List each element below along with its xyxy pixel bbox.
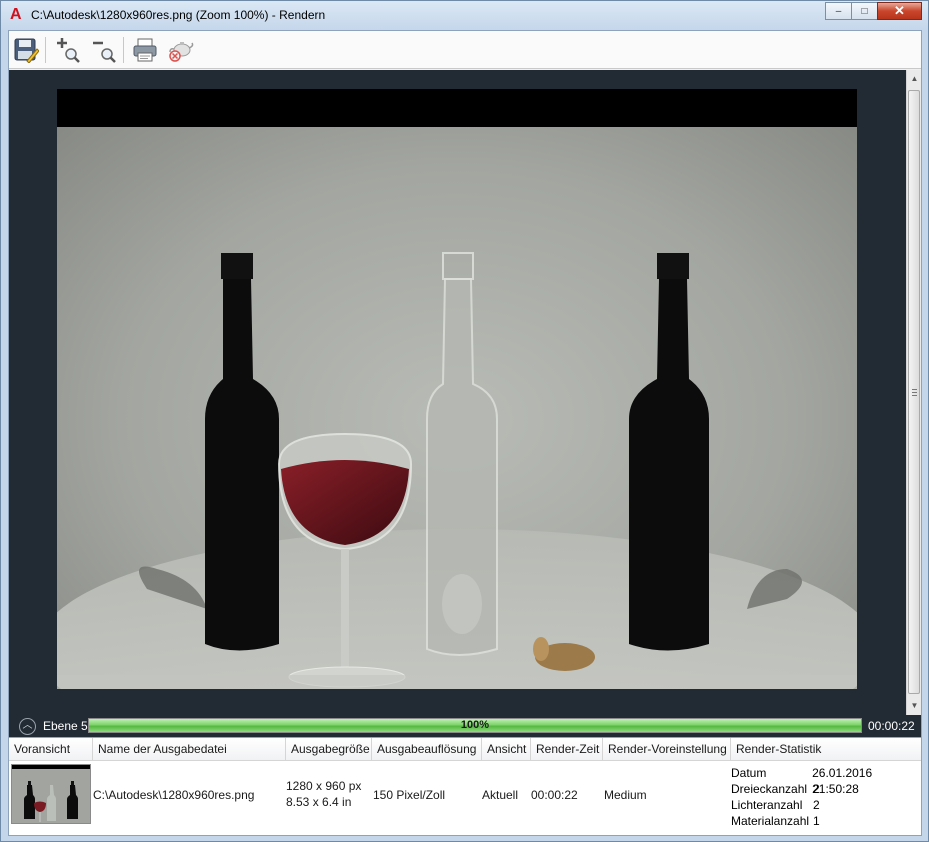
- column-header-output-size[interactable]: Ausgabegröße: [286, 738, 372, 761]
- stat-value-date: 26.01.2016 21:50:28: [812, 766, 873, 796]
- stat-key-materials: Materialanzahl: [731, 814, 810, 828]
- scroll-up-arrow-icon[interactable]: ▲: [910, 74, 919, 83]
- collapse-history-button[interactable]: ︿: [19, 718, 36, 735]
- save-icon: [14, 38, 39, 63]
- stat-key-lights: Lichteranzahl: [731, 798, 803, 812]
- render-level-label: Ebene 5: [43, 719, 88, 733]
- output-filename: C:\Autodesk\1280x960res.png: [93, 788, 255, 802]
- stat-row: Lichteranzahl 2: [731, 797, 921, 813]
- column-header-render-time[interactable]: Render-Zeit: [531, 738, 603, 761]
- output-size-px: 1280 x 960 px: [286, 779, 362, 793]
- toolbar-separator: [123, 37, 124, 63]
- zoom-in-icon: [57, 38, 80, 63]
- print-icon: [133, 38, 157, 62]
- render-status-bar: ︿ Ebene 5 100% 00:00:22: [9, 715, 921, 737]
- stat-row: Materialanzahl 1: [731, 813, 921, 829]
- column-header-render-stats[interactable]: Render-Statistik: [731, 738, 921, 761]
- scrollbar-thumb[interactable]: [908, 90, 920, 694]
- rendered-scene: [57, 89, 857, 689]
- elapsed-time: 00:00:22: [868, 719, 915, 733]
- cancel-render-icon: [169, 42, 194, 62]
- table-header: Voransicht Name der Ausgabedatei Ausgabe…: [9, 738, 921, 761]
- maximize-button[interactable]: □: [851, 2, 878, 20]
- toolbar: [9, 31, 921, 69]
- progress-percent: 100%: [460, 719, 490, 731]
- output-size-in: 8.53 x 6.4 in: [286, 795, 352, 809]
- window-title: C:\Autodesk\1280x960res.png (Zoom 100%) …: [31, 8, 326, 22]
- print-button[interactable]: [130, 35, 160, 65]
- client-area: ▲ ▼ ︿ Ebene 5 100% 00:00:22 Voransicht N…: [8, 30, 922, 836]
- render-progress-bar: 100%: [88, 718, 862, 733]
- stat-row: Datum 26.01.2016 21:50:28: [731, 765, 921, 796]
- table-row[interactable]: C:\Autodesk\1280x960res.png 1280 x 960 p…: [9, 762, 921, 836]
- stat-value-lights: 2: [813, 798, 820, 812]
- render-viewport[interactable]: [9, 70, 906, 715]
- render-preset: Medium: [604, 788, 647, 802]
- scroll-down-arrow-icon[interactable]: ▼: [910, 701, 919, 710]
- minimize-button[interactable]: –: [825, 2, 852, 20]
- render-time: 00:00:22: [531, 788, 578, 802]
- cancel-render-button[interactable]: [166, 35, 196, 65]
- autocad-logo-icon: A: [10, 6, 22, 23]
- render-statistics: Datum 26.01.2016 21:50:28 Dreieckanzahl …: [731, 765, 921, 829]
- column-header-preview[interactable]: Voransicht: [9, 738, 93, 761]
- zoom-out-button[interactable]: [89, 35, 119, 65]
- save-button[interactable]: [11, 35, 41, 65]
- column-header-view[interactable]: Ansicht: [482, 738, 531, 761]
- render-history-table: Voransicht Name der Ausgabedatei Ausgabe…: [9, 737, 921, 835]
- rendered-image: [57, 89, 857, 689]
- column-header-output-resolution[interactable]: Ausgabeauflösung: [372, 738, 482, 761]
- render-window: A C:\Autodesk\1280x960res.png (Zoom 100%…: [0, 0, 929, 842]
- preview-thumbnail[interactable]: [11, 764, 91, 824]
- view-name: Aktuell: [482, 788, 519, 802]
- close-button[interactable]: ✕: [877, 2, 922, 20]
- column-header-filename[interactable]: Name der Ausgabedatei: [93, 738, 286, 761]
- vertical-scrollbar[interactable]: ▲ ▼: [906, 70, 921, 715]
- stat-key-triangles: Dreieckanzahl: [731, 782, 808, 796]
- column-header-render-preset[interactable]: Render-Voreinstellung: [603, 738, 731, 761]
- zoom-in-button[interactable]: [53, 35, 83, 65]
- title-bar[interactable]: A C:\Autodesk\1280x960res.png (Zoom 100%…: [1, 1, 928, 29]
- stat-value-triangles: 2: [813, 782, 820, 796]
- zoom-out-icon: [93, 41, 116, 63]
- stat-key-date: Datum: [731, 766, 767, 780]
- toolbar-separator: [45, 37, 46, 63]
- output-resolution: 150 Pixel/Zoll: [373, 788, 446, 802]
- stat-value-materials: 1: [813, 814, 820, 828]
